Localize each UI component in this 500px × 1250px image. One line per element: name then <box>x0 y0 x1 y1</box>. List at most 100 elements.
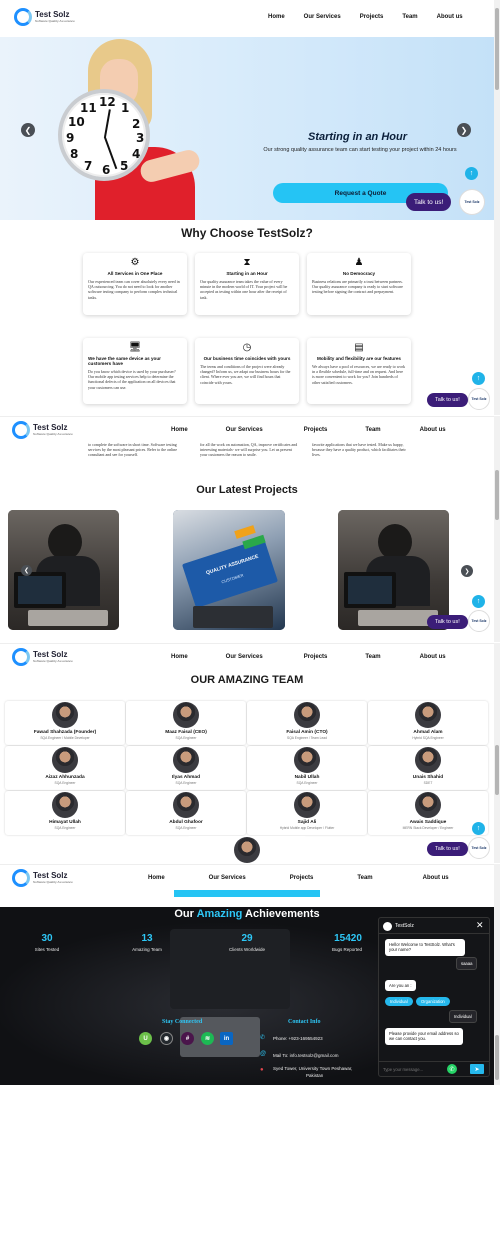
member-role: Hybrid Mobile app Developer / Flutter <box>279 826 335 830</box>
brand-tagline: Software Quality Assurance <box>33 659 73 663</box>
user-message: Individual <box>449 1010 477 1024</box>
option-individual-button[interactable]: Individual <box>385 997 413 1006</box>
member-name: Awais Saddique <box>409 820 447 825</box>
member-name: Fawad Shahzada (Founder) <box>33 730 97 735</box>
nav-team[interactable]: Team <box>402 14 417 20</box>
nav-home[interactable]: Home <box>171 654 188 660</box>
member-name: Unais Shahid <box>412 775 444 780</box>
avatar <box>415 792 441 818</box>
github-icon[interactable]: ◉ <box>160 1032 173 1045</box>
nav-home[interactable]: Home <box>148 875 165 881</box>
slack-icon[interactable]: # <box>181 1032 194 1045</box>
phone-text[interactable]: Phone: +923-169554923 <box>273 1036 323 1041</box>
chat-logo-button[interactable]: Test Solz <box>468 837 490 859</box>
slider-next-button[interactable]: ❯ <box>457 123 471 137</box>
feature-card: ▤ Mobility and flexibility are our featu… <box>307 338 411 404</box>
chat-logo-button[interactable]: Test Solz <box>468 610 490 632</box>
feature-card: ⧗ Starting in an Hour Our quality assura… <box>195 253 299 315</box>
team-member-card: Faisal Amin (CTO) SQA Engineer / Team Lea… <box>247 701 367 745</box>
team-member-card: Sajid Ali Hybrid Mobile app Developer / F… <box>247 791 367 835</box>
talk-to-us-button[interactable]: Talk to us! <box>427 393 468 407</box>
nav-about[interactable]: About us <box>420 654 446 660</box>
nav-projects[interactable]: Projects <box>304 654 328 660</box>
nav-services[interactable]: Our Services <box>226 427 263 433</box>
talk-to-us-button[interactable]: Talk to us! <box>427 842 468 856</box>
project-card[interactable]: QUALITY ASSURANCE CUSTOMER <box>173 510 285 630</box>
email-text[interactable]: Mail To: info.testsolz@gmail.com <box>273 1053 339 1058</box>
option-organization-button[interactable]: Organization <box>416 997 450 1006</box>
nav-about[interactable]: About us <box>420 427 446 433</box>
chat-logo-icon <box>383 922 392 931</box>
scroll-top-icon[interactable]: ↑ <box>472 372 485 385</box>
member-name: Nabil Ullah <box>294 775 320 780</box>
feature-text-partial: favorite applications that we have teste… <box>312 442 406 458</box>
projects-prev-button[interactable]: ❮ <box>21 565 32 576</box>
feature-card: ◷ Our business time coincides with yours… <box>195 338 299 404</box>
feature-text: Our experienced team can cover absolutel… <box>88 279 180 300</box>
scroll-top-icon[interactable]: ↑ <box>472 595 485 608</box>
scroll-top-icon[interactable]: ↑ <box>465 167 478 180</box>
project-card[interactable] <box>338 510 449 630</box>
scroll-top-icon[interactable]: ↑ <box>472 822 485 835</box>
brand-logo[interactable]: Test Solz Software Quality Assurance <box>12 648 73 666</box>
scrollbar-thumb[interactable] <box>495 745 499 795</box>
phone-icon: ✆ <box>260 1035 266 1041</box>
talk-to-us-button[interactable]: Talk to us! <box>406 193 452 211</box>
feature-title: Starting in an Hour <box>226 271 268 276</box>
close-icon[interactable]: ✕ <box>476 920 484 931</box>
whatsapp-icon[interactable]: ✆ <box>447 1064 457 1074</box>
nav-projects[interactable]: Projects <box>290 875 314 881</box>
scrollbar-thumb[interactable] <box>495 8 499 90</box>
nav-services[interactable]: Our Services <box>209 875 246 881</box>
upwork-icon[interactable]: U <box>139 1032 152 1045</box>
member-name: Faisal Amin (CTO) <box>286 730 328 735</box>
team-member-card: Himayat Ullah SQA Engineer <box>5 791 125 835</box>
devices-icon: 🖥 <box>128 342 142 353</box>
linkedin-icon[interactable]: in <box>220 1032 233 1045</box>
member-name: Ahmad Alam <box>413 730 443 735</box>
nav-home[interactable]: Home <box>268 14 285 20</box>
nav-projects[interactable]: Projects <box>360 14 384 20</box>
slider-prev-button[interactable]: ❮ <box>21 123 35 137</box>
avatar <box>294 702 320 728</box>
nav-team[interactable]: Team <box>357 875 372 881</box>
brand-logo[interactable]: Test Solz Software Quality Assurance <box>12 869 73 887</box>
logo-mark-icon <box>12 421 30 439</box>
chat-logo-button[interactable]: Test Solz <box>468 388 490 410</box>
team-member-card: Fawad Shahzada (Founder) SQA Engineer / M… <box>5 701 125 745</box>
talk-to-us-button[interactable]: Talk to us! <box>427 615 468 629</box>
hero-title: Starting in an Hour <box>308 131 407 143</box>
send-icon[interactable]: ➤ <box>470 1064 484 1074</box>
feature-text: We always have a pool of resources, we a… <box>312 364 405 385</box>
brand-logo[interactable]: Test Solz Software Quality Assurance <box>14 8 75 26</box>
nav-services[interactable]: Our Services <box>226 654 263 660</box>
nav-team[interactable]: Team <box>365 427 380 433</box>
brand-logo[interactable]: Test Solz Software Quality Assurance <box>12 421 73 439</box>
nav-links: Home Our Services Projects Team About us <box>171 427 446 433</box>
scrollbar-thumb[interactable] <box>495 470 499 520</box>
feature-card: ♟ No Democracy Business relations are pr… <box>307 253 411 315</box>
stat-label: Clients Worldwide <box>229 947 265 952</box>
nav-about[interactable]: About us <box>423 875 449 881</box>
partial-button[interactable] <box>174 890 320 897</box>
feature-card: ⚙ All Services in One Place Our experien… <box>83 253 187 315</box>
nav-home[interactable]: Home <box>171 427 188 433</box>
stat-value: 30 <box>41 933 53 944</box>
chat-message-input[interactable] <box>383 1064 443 1074</box>
nav-services[interactable]: Our Services <box>304 14 341 20</box>
member-role: Hybrid SQA Engineer <box>412 736 444 740</box>
nav-about[interactable]: About us <box>437 14 463 20</box>
avatar <box>173 747 199 773</box>
projects-next-button[interactable]: ❯ <box>461 565 473 577</box>
scrollbar[interactable] <box>494 416 500 642</box>
feature-text: Our quality assurance team takes the val… <box>200 279 288 300</box>
nav-projects[interactable]: Projects <box>304 427 328 433</box>
projects-title: Our Latest Projects <box>196 484 298 496</box>
stat-value: 29 <box>241 933 253 944</box>
nav-links: Home Our Services Projects Team About us <box>148 875 449 881</box>
spotify-icon[interactable]: ≋ <box>201 1032 214 1045</box>
chat-logo-button[interactable]: Test Solz <box>459 189 485 215</box>
avatar <box>52 792 78 818</box>
nav-team[interactable]: Team <box>365 654 380 660</box>
scrollbar-thumb[interactable] <box>495 1035 499 1080</box>
